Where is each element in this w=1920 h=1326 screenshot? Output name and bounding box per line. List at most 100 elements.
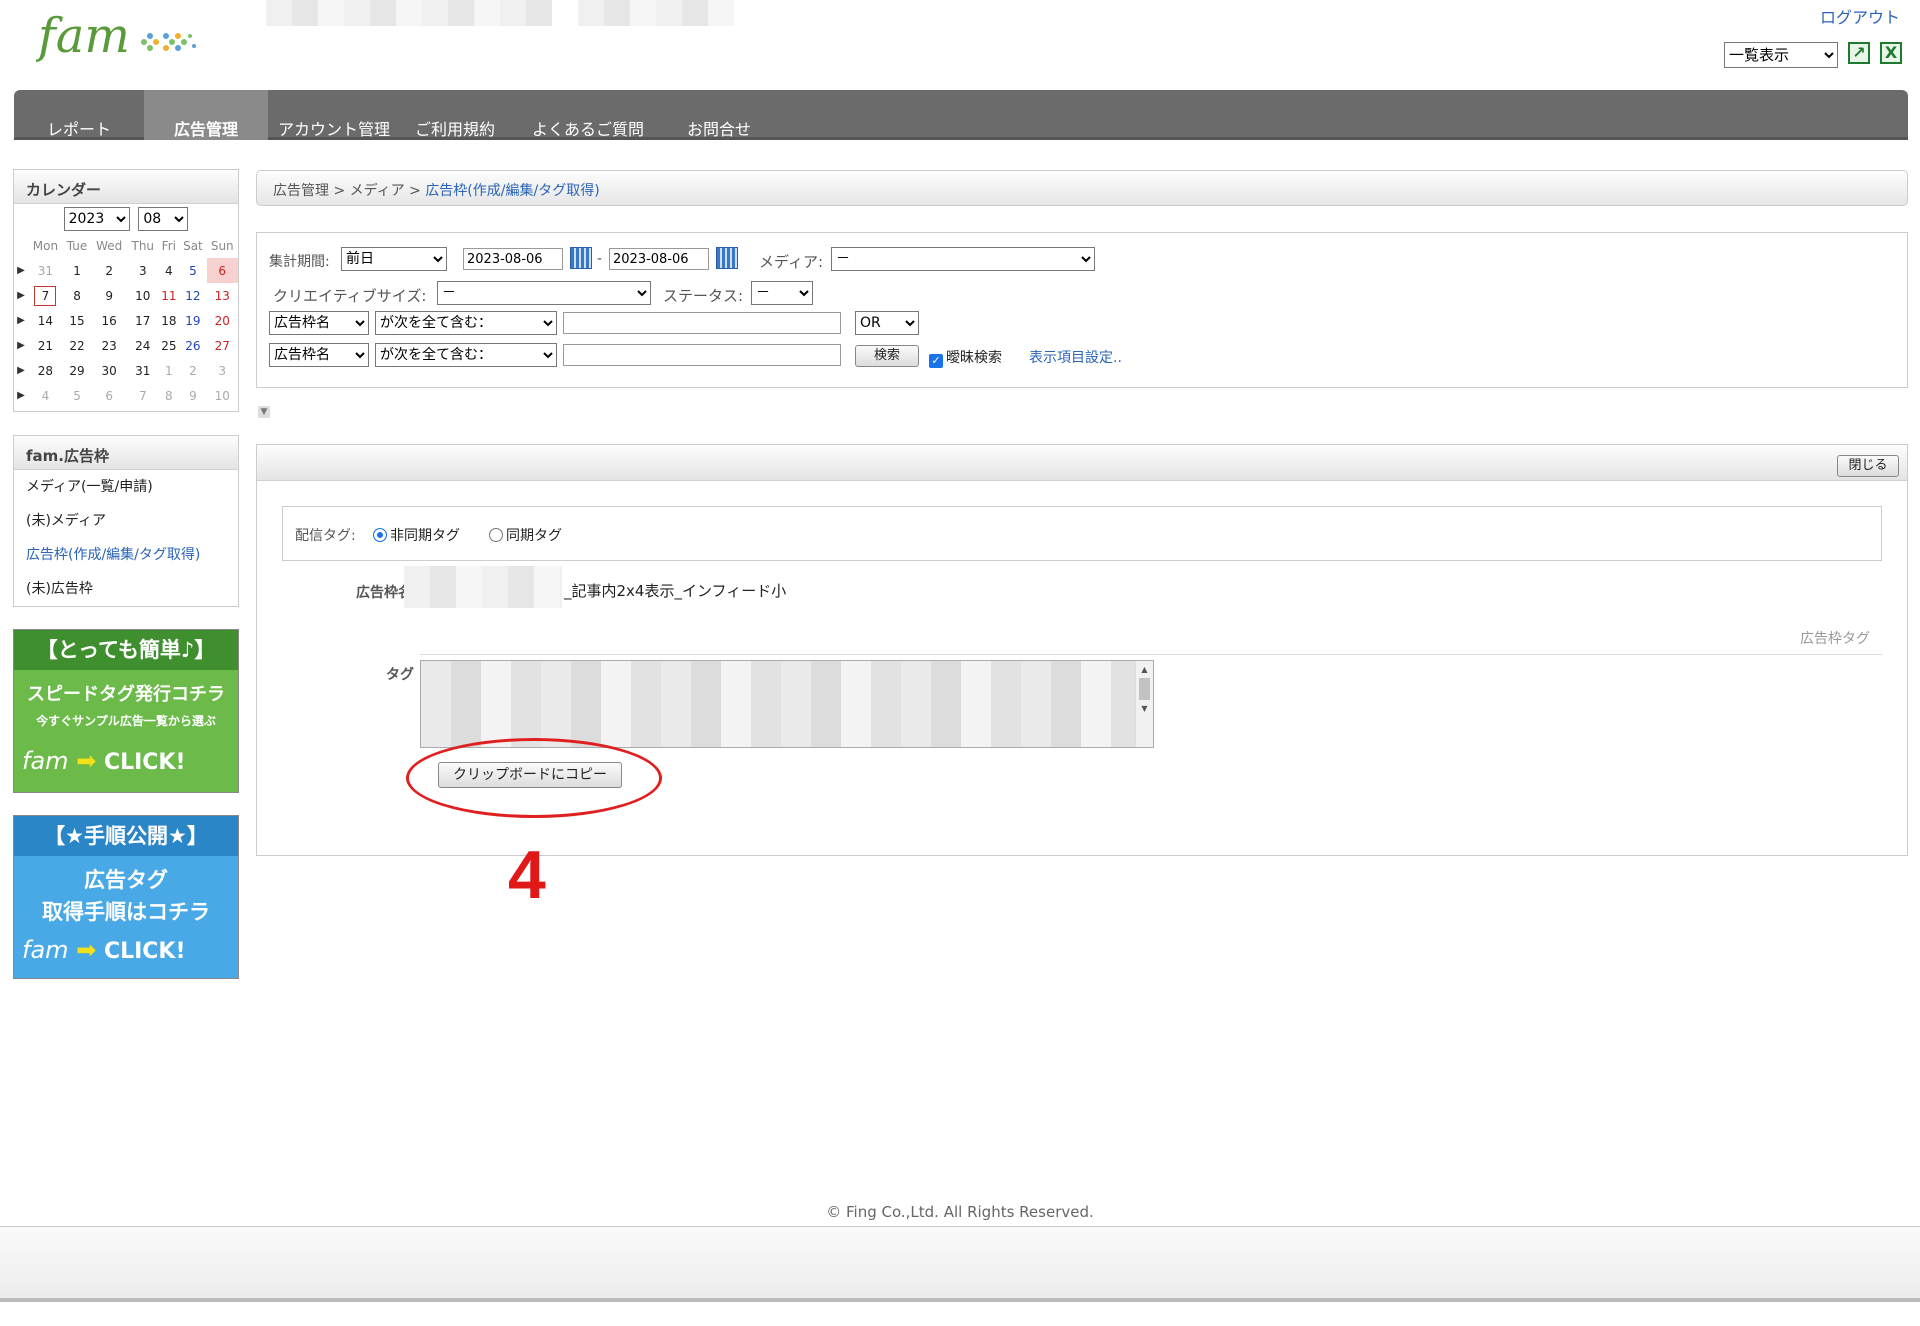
status-select[interactable]: － [751, 281, 813, 305]
calendar-day[interactable]: 27 [207, 333, 239, 358]
calendar-day[interactable]: 23 [91, 333, 127, 358]
filter-keyword-input-2[interactable] [563, 344, 841, 366]
scroll-thumb[interactable] [1139, 678, 1150, 700]
logout-link[interactable]: ログアウト [1820, 4, 1900, 28]
breadcrumb-media[interactable]: メディア [350, 183, 405, 199]
menu-unapproved-adslot[interactable]: (未)広告枠 [14, 572, 238, 606]
calendar-day[interactable]: 31 [28, 258, 63, 283]
calendar-day-today[interactable]: 7 [28, 283, 63, 308]
filter-field-select-2[interactable]: 広告枠名 [269, 343, 369, 367]
calendar-day[interactable]: 2 [91, 258, 127, 283]
calendar-day[interactable]: 24 [127, 333, 158, 358]
week-select-arrow[interactable]: ▶ [14, 283, 28, 308]
nav-faq[interactable]: よくあるご質問 [512, 90, 664, 140]
async-tag-radio[interactable] [373, 528, 387, 542]
calendar-day[interactable]: 7 [127, 383, 158, 408]
calendar-day[interactable]: 14 [28, 308, 63, 333]
breadcrumb-ad-management[interactable]: 広告管理 [273, 183, 329, 199]
calendar-icon[interactable] [716, 247, 738, 269]
calendar-day[interactable]: 11 [158, 283, 179, 308]
calendar-day[interactable]: 25 [158, 333, 179, 358]
calendar-day[interactable]: 4 [28, 383, 63, 408]
fam-logo[interactable]: fam [35, 6, 206, 68]
calendar-day[interactable]: 6 [91, 383, 127, 408]
calendar-day[interactable]: 9 [91, 283, 127, 308]
calendar-day[interactable]: 19 [179, 308, 206, 333]
filter-logic-select[interactable]: OR [855, 311, 919, 335]
period-select[interactable]: 前日 [341, 247, 447, 271]
excel-icon[interactable]: X [1880, 42, 1902, 64]
calendar-day[interactable]: 1 [158, 358, 179, 383]
calendar-day[interactable]: 16 [91, 308, 127, 333]
calendar-day[interactable]: 15 [63, 308, 91, 333]
filter-keyword-input-1[interactable] [563, 312, 841, 334]
calendar-day[interactable]: 6 [206, 258, 238, 283]
fuzzy-search-option[interactable]: ✓ 曖昧検索 [929, 347, 1002, 368]
calendar-day[interactable]: 29 [63, 358, 91, 383]
scroll-down-icon[interactable]: ▼ [1136, 704, 1153, 713]
close-button[interactable]: 閉じる [1837, 455, 1899, 477]
nav-terms[interactable]: ご利用規約 [398, 90, 512, 140]
main-nav: レポート 広告管理 アカウント管理 ご利用規約 よくあるご質問 お問合せ [14, 90, 1908, 140]
scroll-up-icon[interactable]: ▲ [1136, 665, 1153, 674]
date-from-input[interactable] [463, 248, 563, 270]
fuzzy-search-checkbox[interactable]: ✓ [929, 354, 943, 368]
calendar-day[interactable]: 31 [127, 358, 158, 383]
calendar-day[interactable]: 13 [207, 283, 239, 308]
calendar-day[interactable]: 12 [179, 283, 206, 308]
calendar-icon[interactable] [570, 247, 592, 269]
collapse-toggle-icon[interactable]: ▼ [258, 406, 270, 418]
calendar-day[interactable]: 21 [28, 333, 63, 358]
calendar-day[interactable]: 3 [207, 358, 239, 383]
search-button[interactable]: 検索 [855, 345, 919, 367]
nav-report[interactable]: レポート [14, 90, 144, 140]
calendar-day[interactable]: 3 [127, 258, 158, 283]
calendar-year-select[interactable]: 2023 [63, 207, 130, 231]
calendar-day[interactable]: 17 [127, 308, 158, 333]
nav-account-management[interactable]: アカウント管理 [270, 90, 398, 140]
async-tag-option[interactable]: 非同期タグ [373, 525, 460, 545]
calendar-day[interactable]: 26 [179, 333, 206, 358]
calendar-day[interactable]: 10 [127, 283, 158, 308]
week-select-arrow[interactable]: ▶ [14, 383, 28, 408]
sync-tag-option[interactable]: 同期タグ [489, 525, 562, 545]
date-to-input[interactable] [609, 248, 709, 270]
calendar-month-select[interactable]: 08 [138, 207, 189, 231]
media-select[interactable]: － [831, 247, 1095, 271]
calendar-day[interactable]: 22 [63, 333, 91, 358]
filter-condition-select-2[interactable]: が次を全て含む： [375, 343, 557, 367]
week-select-arrow[interactable]: ▶ [14, 333, 28, 358]
calendar-day[interactable]: 20 [207, 308, 239, 333]
sync-tag-radio[interactable] [489, 528, 503, 542]
calendar-day[interactable]: 8 [63, 283, 91, 308]
tag-guide-banner[interactable]: 【★手順公開★】 広告タグ 取得手順はコチラ fam ➡ CLICK! [13, 815, 239, 979]
menu-media-list[interactable]: メディア(一覧/申請) [14, 470, 238, 504]
calendar-day[interactable]: 2 [179, 358, 206, 383]
nav-ad-management[interactable]: 広告管理 [144, 90, 268, 140]
display-settings-link[interactable]: 表示項目設定.. [1029, 347, 1122, 367]
filter-field-select-1[interactable]: 広告枠名 [269, 311, 369, 335]
creative-size-select[interactable]: － [437, 281, 651, 305]
week-select-arrow[interactable]: ▶ [14, 358, 28, 383]
view-mode-select[interactable]: 一覧表示 [1724, 42, 1838, 68]
calendar-day[interactable]: 4 [158, 258, 179, 283]
calendar-day[interactable]: 18 [158, 308, 179, 333]
calendar-day[interactable]: 5 [179, 258, 206, 283]
excel-export-icon[interactable]: ↗ [1848, 42, 1870, 64]
calendar-day[interactable]: 30 [91, 358, 127, 383]
calendar-day[interactable]: 8 [158, 383, 179, 408]
speed-tag-banner[interactable]: 【とっても簡単♪】 スピードタグ発行コチラ 今すぐサンプル広告一覧から選ぶ fa… [13, 629, 239, 793]
week-select-arrow[interactable]: ▶ [14, 308, 28, 333]
week-select-arrow[interactable]: ▶ [14, 258, 28, 283]
calendar-day[interactable]: 9 [179, 383, 206, 408]
filter-condition-select-1[interactable]: が次を全て含む： [375, 311, 557, 335]
calendar-day[interactable]: 28 [28, 358, 63, 383]
menu-unapproved-media[interactable]: (未)メディア [14, 504, 238, 538]
nav-contact[interactable]: お問合せ [664, 90, 774, 140]
textarea-scrollbar[interactable]: ▲ ▼ [1135, 661, 1153, 747]
menu-adslot-edit[interactable]: 広告枠(作成/編集/タグ取得) [14, 538, 238, 572]
calendar-day[interactable]: 5 [63, 383, 91, 408]
tag-code-textarea[interactable]: ▲ ▼ [420, 660, 1154, 748]
calendar-day[interactable]: 10 [207, 383, 239, 408]
calendar-day[interactable]: 1 [63, 258, 91, 283]
